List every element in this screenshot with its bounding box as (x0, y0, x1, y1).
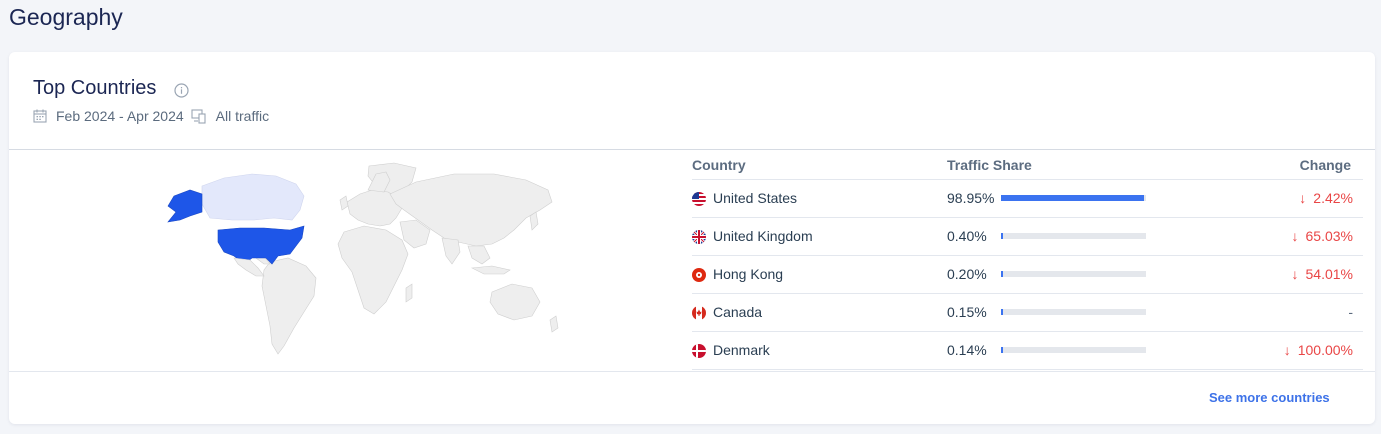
ca-flag-icon (692, 306, 706, 320)
uk-flag-icon (692, 230, 706, 244)
hk-flag-icon (692, 268, 706, 282)
top-countries-card: Top Countries Feb 2024 - Apr 2024 All tr… (9, 52, 1375, 424)
map-alaska (167, 189, 203, 223)
traffic-share-value: 0.14% (947, 342, 987, 358)
header-change[interactable]: Change (1300, 157, 1351, 173)
change-value: - (1348, 304, 1353, 320)
map-uk (339, 195, 349, 211)
traffic-share-bar-fill (1001, 195, 1145, 201)
country-name[interactable]: Canada (713, 304, 762, 320)
traffic-share-bar-fill (1001, 233, 1003, 239)
map-usa (217, 225, 305, 265)
traffic-share-bar-fill (1001, 271, 1003, 277)
see-more-countries-link[interactable]: See more countries (1209, 390, 1330, 405)
traffic-share-bar (1001, 309, 1146, 315)
change-value: ↓ 100.00% (1283, 342, 1353, 358)
countries-table: Country Traffic Share Change United Stat… (692, 150, 1363, 370)
map-australia (489, 283, 541, 321)
map-canada (201, 173, 305, 221)
traffic-type: All traffic (215, 108, 270, 124)
traffic-share-bar (1001, 271, 1146, 277)
section-title: Geography (9, 4, 123, 30)
traffic-share-bar (1001, 347, 1146, 353)
card-title: Top Countries (33, 77, 157, 99)
map-south-america (261, 257, 317, 355)
country-name[interactable]: Denmark (713, 342, 770, 358)
traffic-share-bar-fill (1001, 309, 1003, 315)
country-name[interactable]: United States (713, 190, 797, 206)
change-value: ↓ 65.03% (1291, 228, 1353, 244)
date-range: Feb 2024 - Apr 2024 (56, 108, 184, 124)
map-se-asia (467, 245, 491, 265)
traffic-share-value: 0.40% (947, 228, 987, 244)
country-name[interactable]: United Kingdom (713, 228, 813, 244)
devices-icon (191, 108, 206, 124)
map-new-zealand (549, 315, 559, 333)
traffic-share-value: 0.20% (947, 266, 987, 282)
traffic-share-bar-fill (1001, 347, 1003, 353)
traffic-share-bar (1001, 233, 1146, 239)
table-row[interactable]: United States 98.95% ↓ 2.42% (692, 180, 1363, 218)
arrow-down-icon: ↓ (1291, 228, 1299, 244)
card-meta: Feb 2024 - Apr 2024 All traffic (33, 108, 276, 124)
table-row[interactable]: Canada 0.15% - (692, 294, 1363, 332)
change-value: ↓ 54.01% (1291, 266, 1353, 282)
info-icon[interactable] (174, 83, 189, 98)
country-name[interactable]: Hong Kong (713, 266, 783, 282)
table-row[interactable]: Denmark 0.14% ↓ 100.00% (692, 332, 1363, 370)
traffic-share-value: 0.15% (947, 304, 987, 320)
change-value: ↓ 2.42% (1299, 190, 1353, 206)
map-madagascar (405, 283, 413, 303)
arrow-down-icon: ↓ (1283, 342, 1291, 358)
us-flag-icon (692, 192, 706, 206)
table-row[interactable]: Hong Kong 0.20% ↓ 54.01% (692, 256, 1363, 294)
map-india (441, 237, 461, 265)
card-footer-divider (9, 371, 1375, 372)
map-indonesia (470, 265, 511, 275)
dk-flag-icon (692, 344, 706, 358)
world-map (167, 162, 559, 355)
header-traffic-share[interactable]: Traffic Share (947, 157, 1032, 173)
traffic-share-bar (1001, 195, 1146, 201)
traffic-share-value: 98.95% (947, 190, 995, 206)
table-header: Country Traffic Share Change (692, 150, 1363, 180)
map-africa (337, 225, 409, 315)
table-row[interactable]: United Kingdom 0.40% ↓ 65.03% (692, 218, 1363, 256)
arrow-down-icon: ↓ (1291, 266, 1299, 282)
calendar-icon (33, 109, 47, 123)
arrow-down-icon: ↓ (1299, 190, 1307, 206)
header-country[interactable]: Country (692, 157, 746, 173)
